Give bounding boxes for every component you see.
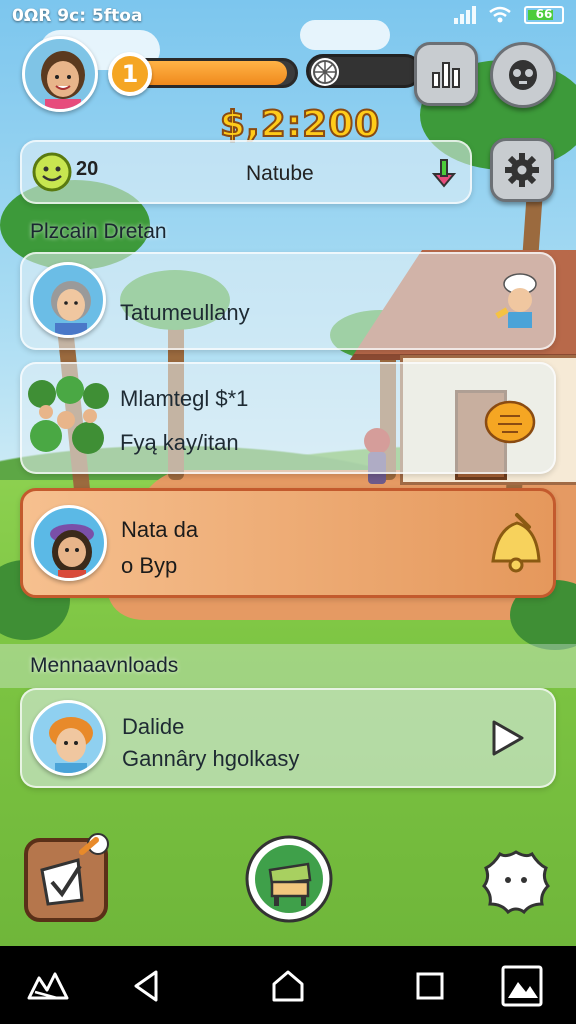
signal-icon [454, 6, 476, 24]
nav-app-icon-button[interactable] [26, 964, 70, 1008]
bar-chart-icon [432, 62, 460, 88]
nav-home-button[interactable] [266, 964, 310, 1008]
card-4[interactable]: Dalide Gannâry hgolkasy [20, 688, 556, 788]
alien-face-icon [509, 60, 537, 90]
card-1-title: Tatumeullany [120, 300, 250, 325]
home-icon [272, 970, 304, 1002]
back-triangle-icon [134, 970, 158, 1002]
nav-recents-button[interactable] [408, 964, 452, 1008]
card-3-portrait [31, 505, 107, 581]
section-label-1: Plzcain Dretan [30, 220, 167, 243]
system-nav-bar [0, 946, 576, 1024]
pet-button[interactable] [480, 846, 552, 922]
status-time: 0ΩR 9c: 5ftoa [12, 6, 143, 26]
wifi-icon [489, 6, 511, 23]
gallery-icon [501, 965, 543, 1007]
shop-button[interactable] [244, 834, 334, 928]
card-1-portrait [30, 262, 106, 338]
profile-button[interactable] [490, 42, 556, 108]
level-bar [128, 58, 298, 88]
build-button[interactable] [22, 830, 114, 928]
status-bar: 0ΩR 9c: 5ftoa 66 [0, 0, 576, 34]
hand-wave-icon [484, 400, 536, 444]
play-button[interactable] [484, 716, 528, 764]
card-2-title: Mlamtegl $*1 [120, 386, 249, 411]
energy-bar [306, 54, 422, 88]
level-bar-fill [131, 61, 287, 85]
energy-icon [311, 58, 339, 86]
stats-button[interactable] [414, 42, 478, 106]
player-avatar[interactable] [22, 36, 98, 112]
play-icon [492, 720, 524, 756]
money-amount: $,2:200 [219, 103, 381, 146]
card-4-subtitle: Gannâry hgolkasy [122, 746, 300, 771]
hammer-build-icon [24, 833, 109, 922]
level-badge: 1 [108, 52, 152, 96]
recents-square-icon [416, 972, 444, 1000]
status-icons: 66 [454, 6, 564, 24]
mountain-logo-icon [27, 972, 69, 1000]
card-2[interactable]: Mlamtegl $*1 Fyą kay/itan [20, 362, 556, 474]
shop-stall-icon [245, 835, 333, 923]
card-2-subtitle: Fyą kay/itan [120, 430, 239, 455]
card-1[interactable]: Tatumeullany [20, 252, 556, 350]
bell-icon [491, 513, 541, 573]
card-4-title: Dalide [122, 714, 185, 739]
card-3-subtitle: o Byp [121, 553, 178, 578]
card-4-portrait [30, 700, 106, 776]
battery-icon: 66 [524, 6, 564, 24]
smiley-coin-icon [32, 152, 72, 192]
nav-gallery-button[interactable] [500, 964, 544, 1008]
level-progress: 1 [108, 52, 298, 96]
card-3-title: Nata da [121, 517, 199, 542]
section-label-2: Mennaavnloads [30, 654, 179, 677]
battery-text: 66 [535, 7, 553, 21]
currency-count: 20 [76, 158, 99, 180]
download-arrow-icon [431, 159, 457, 188]
currency-strip[interactable]: 20 Natube [20, 140, 472, 204]
nav-back-button[interactable] [124, 964, 168, 1008]
fluffy-creature-icon [482, 850, 550, 915]
center-label: Natube [246, 162, 314, 185]
card-3[interactable]: Nata da o Byp [20, 488, 556, 598]
gear-icon [505, 153, 539, 187]
chef-icon [495, 273, 537, 328]
settings-button[interactable] [490, 138, 554, 202]
group-portrait-icon [28, 376, 109, 454]
